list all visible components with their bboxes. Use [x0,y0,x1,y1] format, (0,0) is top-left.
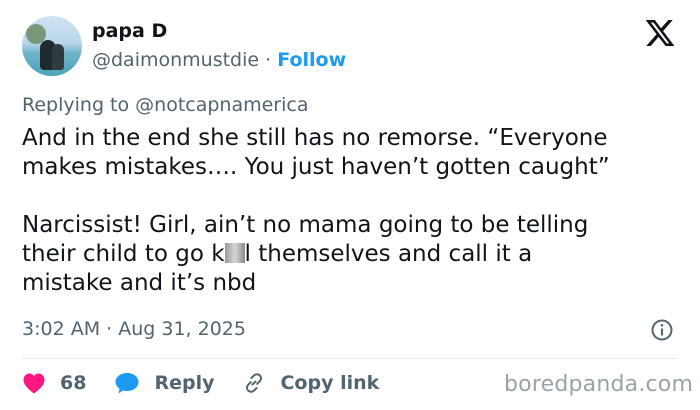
copy-link-label: Copy link [280,372,380,394]
copy-link-button[interactable]: Copy link [242,371,379,395]
link-icon [246,373,263,393]
reply-label: Reply [154,372,215,394]
reply-button[interactable]: Reply [114,371,214,395]
tweet-card: papa D @daimonmustdie · Follow Replying … [0,0,700,410]
replying-to[interactable]: Replying to @notcapnamerica [22,94,308,116]
author-handle[interactable]: @daimonmustdie [92,49,259,71]
like-count: 68 [60,372,87,394]
avatar-person-2 [52,44,64,70]
info-icon[interactable] [650,318,674,342]
censor-blur [224,243,245,263]
action-bar: 68 Reply Copy link [22,368,407,398]
tweet-text: And in the end she still has no remorse.… [22,124,686,298]
author-handle-row: @daimonmustdie · Follow [92,49,346,71]
heart-icon [23,373,45,394]
follow-button[interactable]: Follow [277,49,346,71]
boredpanda-watermark: boredpanda.com [504,372,694,397]
timestamp[interactable]: 3:02 AM · Aug 31, 2025 [22,318,246,340]
x-logo-icon[interactable] [643,17,677,49]
author-name[interactable]: papa D [92,20,167,42]
handle-separator: · [265,49,272,71]
divider [22,358,678,359]
reply-bubble-icon [115,373,139,394]
avatar[interactable] [22,16,82,76]
like-button[interactable]: 68 [22,372,86,394]
